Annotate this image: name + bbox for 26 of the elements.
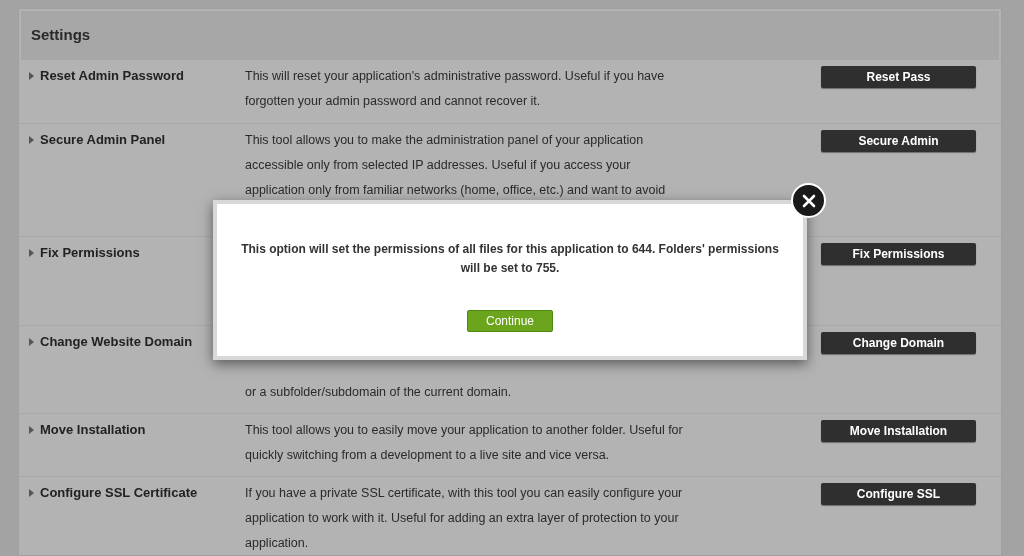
close-icon bbox=[801, 193, 816, 208]
triangle-icon bbox=[29, 72, 34, 80]
setting-description: This tool allows you to make the administration panel of your application accessible only from selected IP addresses. Useful if you access your application only from familiar networks (home, office, etc.) and want to avoid bbox=[245, 132, 667, 199]
triangle-icon bbox=[29, 489, 34, 497]
action-button[interactable]: Secure Admin bbox=[821, 130, 976, 152]
action-button[interactable]: Reset Pass bbox=[821, 66, 976, 88]
setting-label[interactable]: Move Installation bbox=[40, 420, 146, 440]
setting-label[interactable]: Fix Permissions bbox=[40, 243, 140, 263]
setting-label[interactable]: Change Website Domain bbox=[40, 332, 193, 352]
action-button[interactable]: Fix Permissions bbox=[821, 243, 976, 265]
action-button[interactable]: Change Domain bbox=[821, 332, 976, 354]
triangle-icon bbox=[29, 338, 34, 346]
dialog-message: This option will set the permissions of all files for this application to 644. Folders' permissions will be set to 755. bbox=[240, 241, 780, 277]
setting-description: This will reset your application's administrative password. Useful if you have forgotten your admin password and cannot recover it. bbox=[245, 68, 666, 110]
setting-label[interactable]: Secure Admin Panel bbox=[40, 130, 166, 150]
setting-label[interactable]: Configure SSL Certificate bbox=[40, 483, 198, 503]
action-button[interactable]: Configure SSL bbox=[821, 483, 976, 505]
panel-title: Settings bbox=[31, 24, 91, 45]
setting-description: If you have a private SSL certificate, with this tool you can easily configure your application to work with it. Useful for adding an extra layer of protection to your application. bbox=[245, 485, 684, 552]
setting-description: or a subfolder/subdomain of the current domain. bbox=[245, 384, 513, 401]
action-button[interactable]: Move Installation bbox=[821, 420, 976, 442]
triangle-icon bbox=[29, 426, 34, 434]
setting-label[interactable]: Reset Admin Password bbox=[40, 66, 184, 86]
triangle-icon bbox=[29, 249, 34, 257]
setting-description: This tool allows you to easily move your application to another folder. Useful for quickly switching from a development to a live site and vice versa. bbox=[245, 422, 684, 464]
triangle-icon bbox=[29, 136, 34, 144]
